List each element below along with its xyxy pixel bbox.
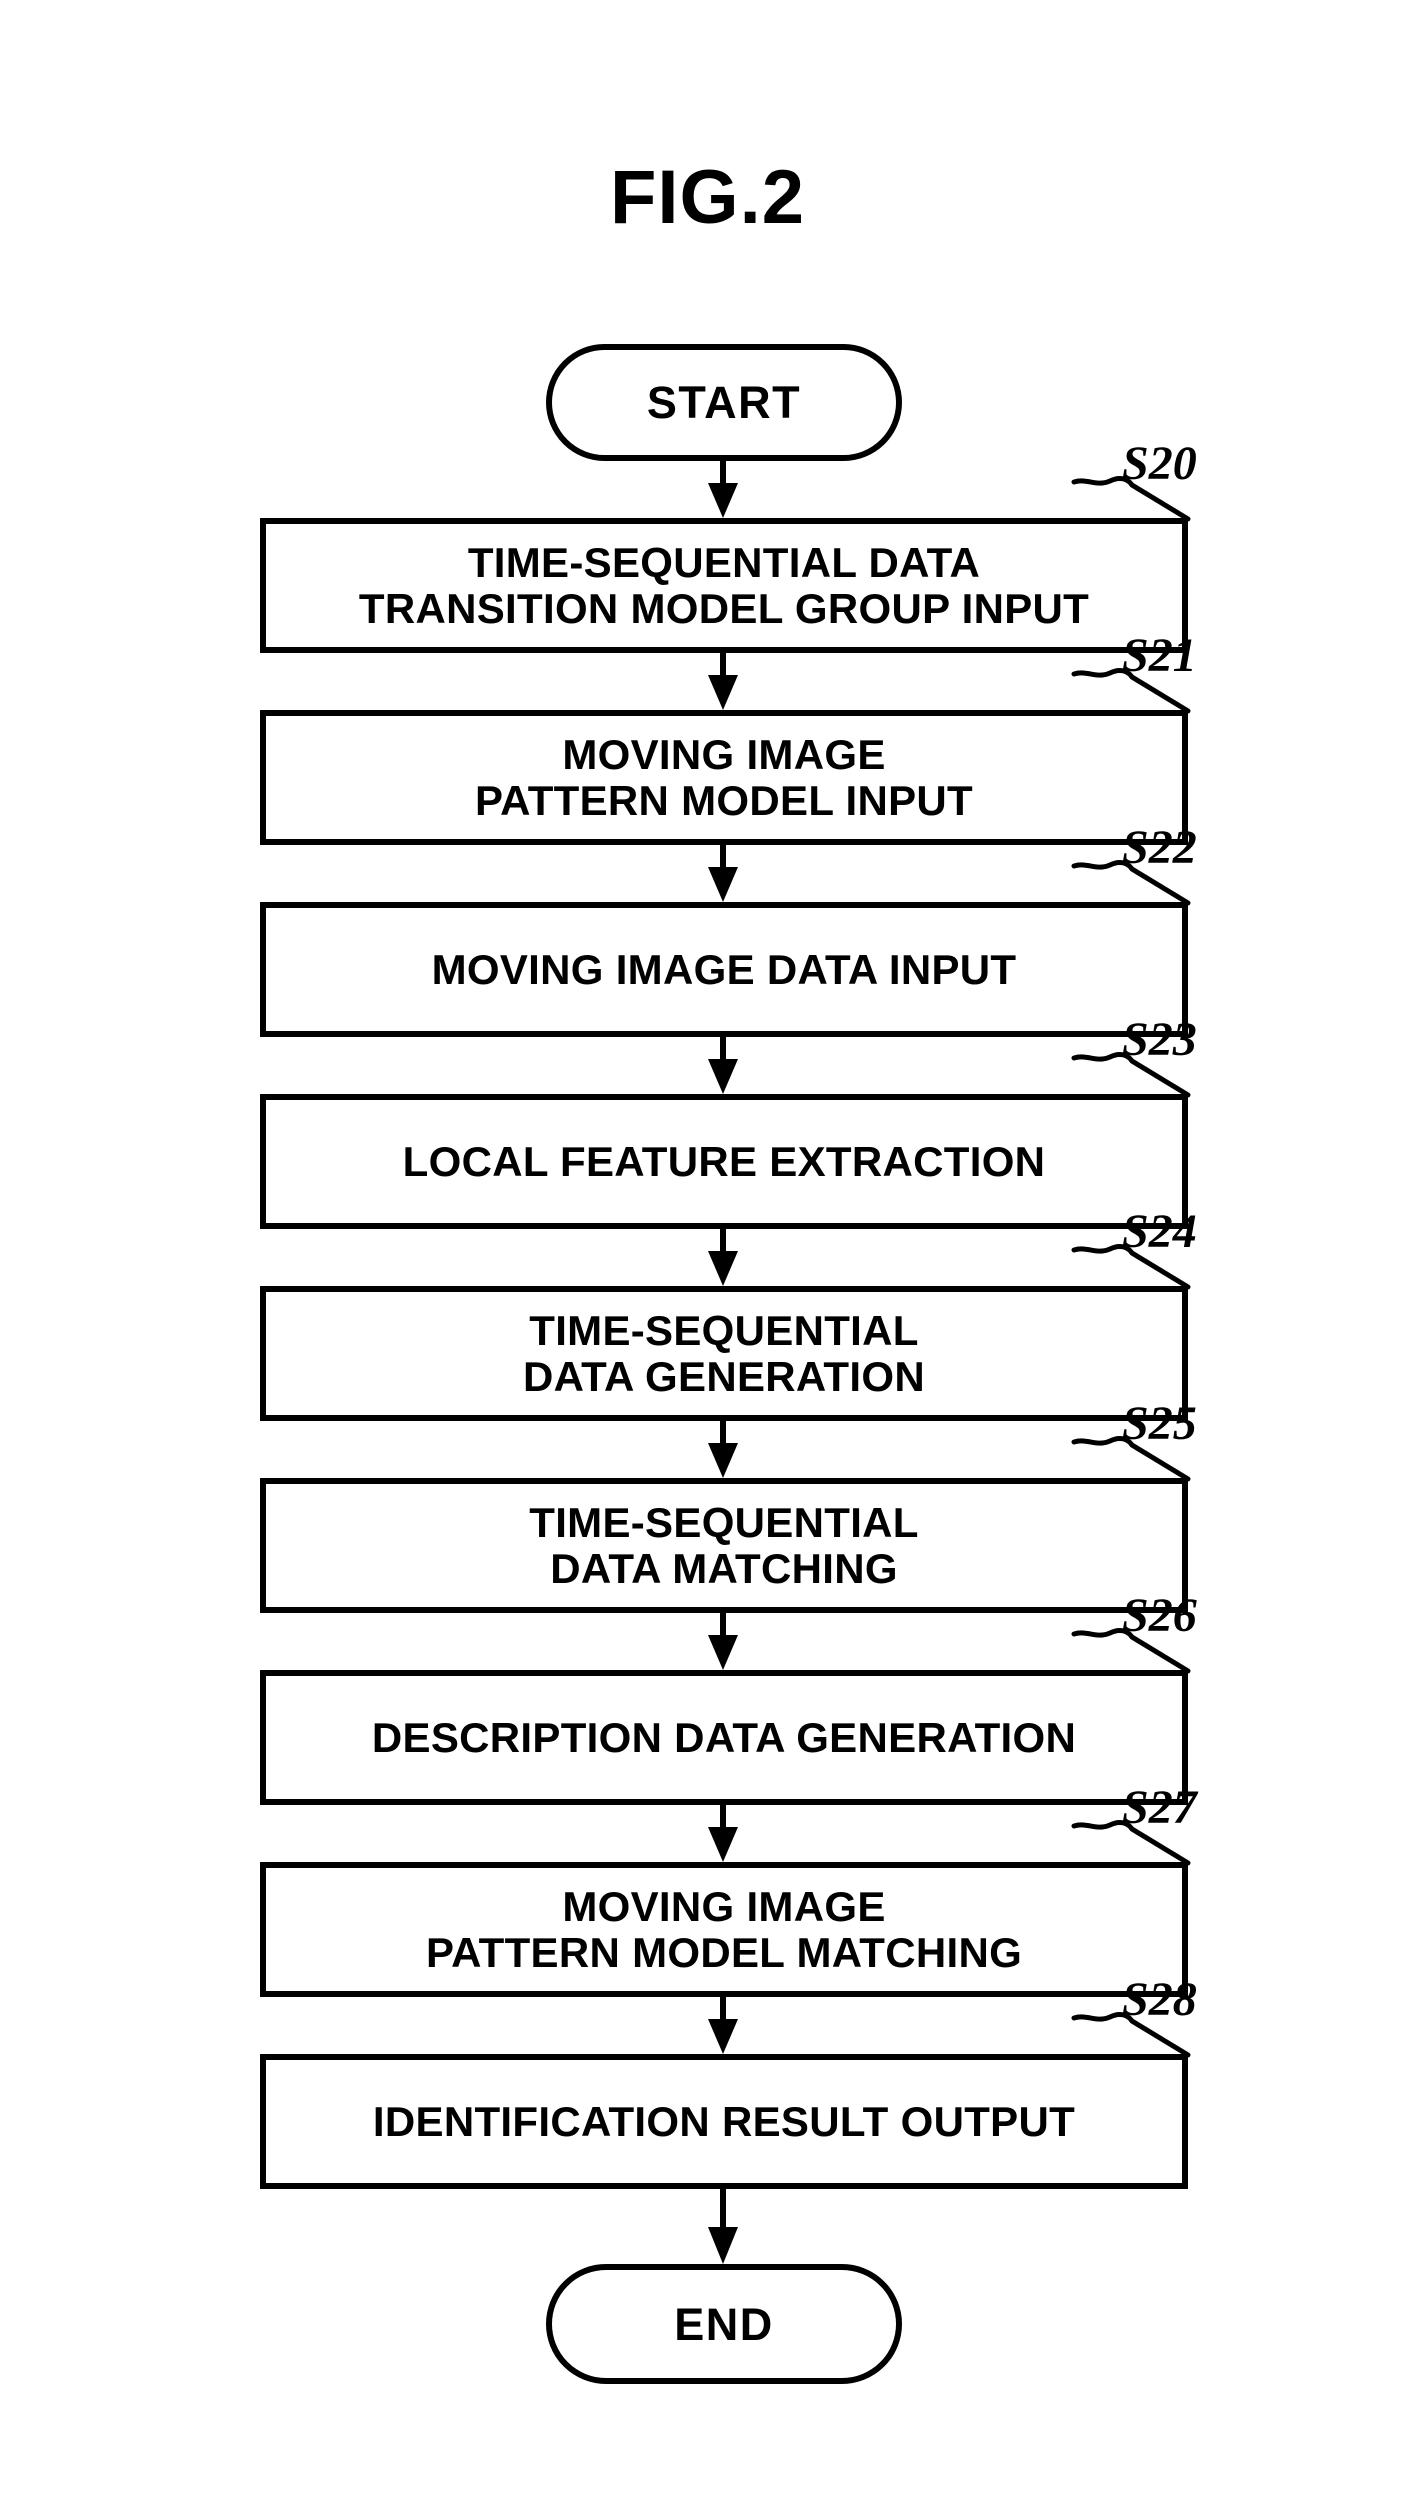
terminal-end-label: END <box>674 2298 774 2350</box>
process-box-s20: TIME-SEQUENTIAL DATA TRANSITION MODEL GR… <box>260 518 1188 653</box>
process-box-s26: DESCRIPTION DATA GENERATION <box>260 1670 1188 1805</box>
connector-arrow <box>705 1805 741 1862</box>
step-ref-s22: S22 <box>1122 821 1197 874</box>
process-box-s28: IDENTIFICATION RESULT OUTPUT <box>260 2054 1188 2189</box>
flowchart-diagram: START S20 TIME-SEQUENTIAL DATA TRANSITIO… <box>0 0 1415 2520</box>
process-box-s25: TIME-SEQUENTIAL DATA MATCHING <box>260 1478 1188 1613</box>
process-box-s23: LOCAL FEATURE EXTRACTION <box>260 1094 1188 1229</box>
terminal-start: START <box>546 344 902 461</box>
process-box-s25-label: TIME-SEQUENTIAL DATA MATCHING <box>529 1499 919 1592</box>
step-ref-s28: S28 <box>1122 1973 1197 2026</box>
step-ref-s26: S26 <box>1122 1589 1197 1642</box>
connector-arrow <box>705 1613 741 1670</box>
process-box-s28-label: IDENTIFICATION RESULT OUTPUT <box>372 2097 1076 2145</box>
connector-arrow <box>705 1037 741 1094</box>
step-ref-s24: S24 <box>1122 1205 1197 1258</box>
terminal-start-label: START <box>646 377 802 428</box>
connector-arrow <box>705 461 741 518</box>
process-box-s27: MOVING IMAGE PATTERN MODEL MATCHING <box>260 1862 1188 1997</box>
terminal-end: END <box>546 2264 902 2384</box>
process-box-s24-label: TIME-SEQUENTIAL DATA GENERATION <box>523 1307 925 1400</box>
step-ref-s20: S20 <box>1122 437 1197 490</box>
step-ref-s21: S21 <box>1122 629 1197 682</box>
process-box-s21-label: MOVING IMAGE PATTERN MODEL INPUT <box>474 731 974 824</box>
process-box-s20-label: TIME-SEQUENTIAL DATA TRANSITION MODEL GR… <box>358 539 1090 632</box>
process-box-s24: TIME-SEQUENTIAL DATA GENERATION <box>260 1286 1188 1421</box>
connector-arrow <box>705 1421 741 1478</box>
step-ref-s23: S23 <box>1122 1013 1197 1066</box>
connector-arrow <box>705 653 741 710</box>
process-box-s21: MOVING IMAGE PATTERN MODEL INPUT <box>260 710 1188 845</box>
process-box-s22: MOVING IMAGE DATA INPUT <box>260 902 1188 1037</box>
step-ref-s25: S25 <box>1122 1397 1197 1450</box>
step-ref-s27: S27 <box>1122 1781 1197 1834</box>
process-box-s27-label: MOVING IMAGE PATTERN MODEL MATCHING <box>425 1883 1023 1976</box>
connector-arrow <box>705 2189 741 2264</box>
connector-arrow <box>705 1229 741 1286</box>
connector-arrow <box>705 845 741 902</box>
process-box-s26-label: DESCRIPTION DATA GENERATION <box>371 1713 1077 1761</box>
connector-arrow <box>705 1997 741 2054</box>
process-box-s23-label: LOCAL FEATURE EXTRACTION <box>402 1137 1046 1185</box>
process-box-s22-label: MOVING IMAGE DATA INPUT <box>431 945 1017 993</box>
